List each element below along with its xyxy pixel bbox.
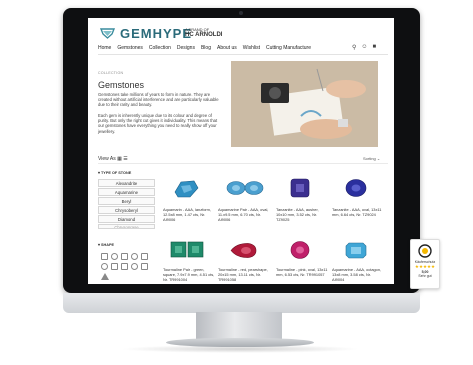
shape-filter-option[interactable] [131,253,138,260]
nav-home[interactable]: Home [98,45,111,51]
chevron-down-icon: ▾ [98,243,100,247]
shape-filter-option[interactable] [101,253,108,260]
shape-filter-option[interactable] [111,253,118,260]
shape-filter-option[interactable] [141,263,148,270]
nav-gemstones[interactable]: Gemstones [117,45,143,51]
trust-rating: Sehr gut [418,274,432,278]
list-view-icon[interactable]: ☰ [123,156,127,162]
nav-blog[interactable]: Blog [201,45,211,51]
filter-stone-diamond[interactable]: Diamond [98,215,155,223]
gem-highlight [296,184,304,192]
trust-badge[interactable]: Käuferschutz ★★★★★ 5,00 Sehr gut [410,239,440,289]
product-caption-8[interactable]: Aquamarine - AAA, octagon, 13x8 mm, 3.58… [332,267,384,282]
gem-highlight [351,184,361,192]
shape-filter-option[interactable] [101,263,108,270]
shape-filter-grid [101,253,151,280]
chevron-down-icon: ▾ [98,171,100,175]
filter-stone-aquamarine[interactable]: Aquamarine [98,188,155,196]
nav-wishlist[interactable]: Wishlist [243,45,260,51]
gem-highlight [232,185,240,191]
intro-paragraph-1: Gemstones take millions of years to form… [98,92,219,108]
shape-filter-option[interactable] [141,253,148,260]
product-image-5[interactable] [170,241,204,258]
header-divider [98,54,388,55]
gem-highlight [192,246,199,253]
product-caption-7[interactable]: Tourmaline - pink, oval, 13x11 mm, 6.53 … [276,267,328,278]
camera-dot [239,11,243,15]
brand-tagline: A BRAND OF HC ARNOLDI [185,27,223,38]
filter-stone-chrysoprase[interactable]: Chrysoprase [98,224,155,229]
shape-heading[interactable]: ▾ SHAPE [98,242,114,247]
hero-image [231,61,378,147]
header-icons: ⚲ ☺ ■ [352,44,376,51]
product-image-4[interactable] [345,178,367,198]
product-caption-2[interactable]: Aquamarine Pair - AAA, oval, 11.x9.5 mm,… [218,207,270,222]
sorting-select[interactable]: Sorting ⌄ [363,156,380,161]
gem-highlight [296,246,304,254]
gem-highlight [250,185,258,191]
product-caption-6[interactable]: Tourmaline - red, pearshape, 20x15 mm, 1… [218,267,270,282]
filter-stone-beryl[interactable]: Beryl [98,197,155,205]
product-image-1[interactable] [172,178,200,200]
shape-filter-option[interactable] [121,253,128,260]
product-caption-1[interactable]: Aquamarin - AAA, lanzform, 12.5x8 mm, 1.… [163,207,215,222]
breadcrumb[interactable]: COLLECTION [98,71,123,75]
monitor-chin [63,293,420,313]
monitor-stand-foot [166,338,314,347]
nav-designs[interactable]: Designs [177,45,195,51]
shape-filter-option[interactable] [111,263,118,270]
product-image-7[interactable] [290,240,310,260]
view-as-label: View As ▦ ☰ [98,156,128,162]
cart-icon[interactable]: ■ [373,44,377,51]
gem-highlight [351,247,361,254]
grid-view-icon[interactable]: ▦ [117,156,122,162]
brand-name[interactable]: GEMHYPE [120,26,192,41]
chevron-down-icon: ⌄ [376,156,381,161]
product-image-3[interactable] [290,178,310,198]
product-caption-3[interactable]: Tanzanite - AAA, ausher, 10x10 mm, 3.52 … [276,207,328,222]
main-nav: Home Gemstones Collection Designs Blog A… [98,45,311,51]
search-icon[interactable]: ⚲ [352,44,356,51]
page-title: Gemstones [98,80,145,90]
product-caption-4[interactable]: Tanzanite - AAA, oval, 13x11 mm, 6.64 ct… [332,207,384,218]
toolbar-divider [98,163,388,164]
product-image-8[interactable] [345,242,367,259]
filter-stone-chrysoberyl[interactable]: Chrysoberyl [98,206,155,214]
intro-paragraph-2: Each gem is inherently unique due to its… [98,113,218,134]
shape-filter-option[interactable] [101,273,109,280]
product-caption-5[interactable]: Tourmaline Pair - green, square, 7.9x7.9… [163,267,215,282]
product-image-6[interactable] [229,242,257,259]
gem-logo-icon [99,28,116,39]
shape-filter-option[interactable] [131,263,138,270]
nav-cutting[interactable]: Cutting Manufacture [266,45,311,51]
gem-highlight [241,247,251,254]
nav-about[interactable]: About us [217,45,237,51]
trust-seal-icon [418,244,432,258]
product-image-2[interactable] [226,180,264,196]
nav-collection[interactable]: Collection [149,45,171,51]
account-icon[interactable]: ☺ [361,44,367,51]
type-of-stone-heading[interactable]: ▾ TYPE OF STONE [98,170,131,175]
gem-highlight [175,246,182,253]
shape-filter-option[interactable] [121,263,128,270]
filter-stone-alexandrite[interactable]: Alexandrite [98,179,155,187]
